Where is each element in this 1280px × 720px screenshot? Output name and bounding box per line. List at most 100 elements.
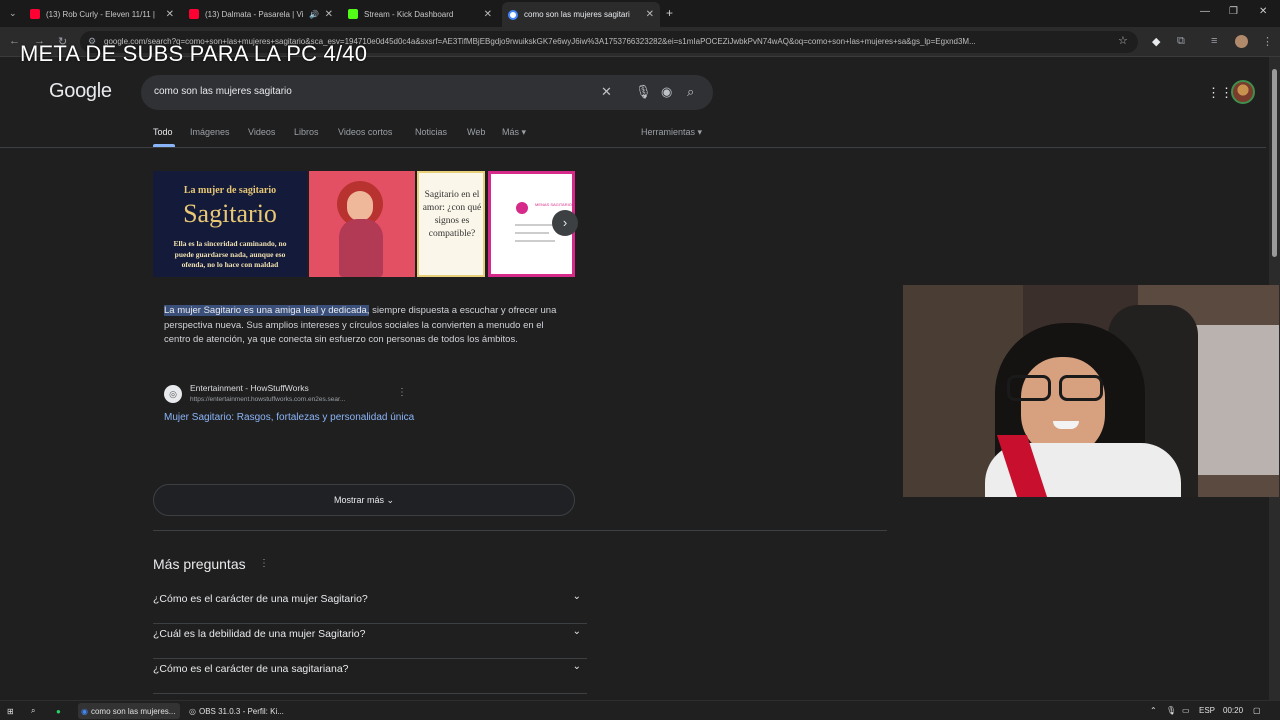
close-icon[interactable]: ✕ <box>166 9 174 20</box>
menu-kebab-icon[interactable]: ⋮ <box>1262 35 1273 48</box>
featured-snippet: La mujer Sagitario es una amiga leal y d… <box>153 292 575 432</box>
chevron-down-icon: ⌄ <box>572 661 581 672</box>
notification-icon[interactable]: ▢ <box>1253 706 1261 715</box>
account-avatar[interactable] <box>1231 80 1255 104</box>
search-input[interactable]: como son las mujeres sagitario <box>154 86 292 97</box>
youtube-icon <box>189 9 199 19</box>
paa-question[interactable]: ¿Cómo es el carácter de una sagitariana?… <box>153 659 587 694</box>
webcam-face <box>1021 357 1105 457</box>
chevron-down-icon: ⌄ <box>572 591 581 602</box>
show-more-label: Mostrar más <box>333 495 384 505</box>
search-icon[interactable]: ⌕ <box>687 84 694 100</box>
tab-search-icon[interactable]: ⌄ <box>9 8 17 19</box>
paa-question[interactable]: ¿Cómo es el carácter de una mujer Sagita… <box>153 589 587 624</box>
restore-icon[interactable]: ❐ <box>1229 6 1238 17</box>
tools-button[interactable]: Herramientas ▾ <box>641 127 702 138</box>
show-more-button[interactable]: Mostrar más ⌄ <box>153 484 575 516</box>
image-thumb-sagitario-2[interactable] <box>309 171 415 277</box>
stream-overlay-goal: META DE SUBS PARA LA PC 4/40 <box>20 41 368 66</box>
paa-question[interactable]: ¿Cuál es la debilidad de una mujer Sagit… <box>153 624 587 659</box>
minimize-icon[interactable]: — <box>1200 6 1210 17</box>
tab-noticias[interactable]: Noticias <box>415 127 447 137</box>
illustration-icon <box>516 202 528 214</box>
network-icon[interactable]: ▭ <box>1182 706 1190 715</box>
source-more-icon[interactable]: ⋮ <box>397 387 407 398</box>
clear-icon[interactable]: ✕ <box>601 84 612 100</box>
tab-kick-dashboard[interactable]: Stream - Kick Dashboard ✕ <box>348 4 498 24</box>
taskbar-item-label: como son las mujeres... <box>90 706 176 716</box>
tab-videos[interactable]: Videos <box>248 127 275 137</box>
tab-web[interactable]: Web <box>467 127 485 137</box>
mic-icon[interactable]: 🎙 <box>1166 706 1176 715</box>
source-name[interactable]: Entertainment - HowStuffWorks <box>190 383 309 393</box>
webcam-overlay <box>903 285 1279 497</box>
kick-icon <box>348 9 358 19</box>
snippet-text: La mujer Sagitario es una amiga leal y d… <box>164 304 562 348</box>
close-icon[interactable]: ✕ <box>484 9 492 20</box>
new-tab-icon[interactable]: + <box>666 6 673 20</box>
taskbar-item-label: OBS 31.0.3 - Perfil: Ki... <box>198 706 284 716</box>
snippet-highlight: La mujer Sagitario es una amiga leal y d… <box>164 305 370 316</box>
people-also-ask-title: Más preguntas <box>153 556 246 572</box>
back-icon[interactable]: ← <box>9 35 20 47</box>
windows-start-icon[interactable]: ⊞ <box>7 703 14 719</box>
taskbar-chrome[interactable]: ◉ como son las mujeres... <box>78 703 180 719</box>
chrome-icon: ◉ <box>81 706 88 716</box>
paa-question-text: ¿Cuál es la debilidad de una mujer Sagit… <box>153 628 366 640</box>
chevron-down-icon: ⌄ <box>572 626 581 637</box>
google-logo[interactable]: Google <box>49 80 112 103</box>
image-thumb-sagitario-1[interactable]: La mujer de sagitario Sagitario Ella es … <box>153 171 307 277</box>
tab-label: como son las mujeres sagitario <box>524 10 630 19</box>
language-indicator[interactable]: ESP <box>1199 706 1215 715</box>
whatsapp-icon[interactable]: ● <box>56 703 61 719</box>
close-icon[interactable]: ✕ <box>646 9 654 20</box>
illustration-dress <box>339 219 383 277</box>
paa-question-text: ¿Cómo es el carácter de una mujer Sagita… <box>153 593 368 605</box>
tab-todo[interactable]: Todo <box>153 127 173 137</box>
extensions-puzzle-icon[interactable]: ⧉ <box>1177 35 1185 48</box>
tab-google-search[interactable]: como son las mujeres sagitario ✕ <box>502 2 660 27</box>
taskbar-search-icon[interactable]: ⌕ <box>31 703 35 719</box>
scrollbar-thumb[interactable] <box>1272 69 1277 257</box>
clock[interactable]: 00:20 <box>1223 706 1243 715</box>
audio-icon[interactable]: 🔊 <box>309 10 319 19</box>
close-icon[interactable]: ✕ <box>325 9 333 20</box>
taskbar-obs[interactable]: ◎ OBS 31.0.3 - Perfil: Ki... <box>186 703 286 719</box>
tab-youtube-rob-curly[interactable]: (13) Rob Curly - Eleven 11/11 | ✕ <box>30 4 180 24</box>
tab-label: (13) Dalmata - Pasarela | Vi <box>205 9 304 19</box>
snippet-result-link[interactable]: Mujer Sagitario: Rasgos, fortalezas y pe… <box>164 412 414 423</box>
youtube-icon <box>30 9 40 19</box>
tab-youtube-dalmata[interactable]: (13) Dalmata - Pasarela | Vi 🔊 ✕ <box>189 4 339 24</box>
microphone-icon[interactable]: 🎙 <box>635 84 652 100</box>
webcam-smile <box>1053 421 1079 429</box>
browser-tab-strip: ⌄ (13) Rob Curly - Eleven 11/11 | ✕ (13)… <box>0 0 1280 27</box>
image-title: La mujer de sagitario <box>183 185 277 196</box>
tab-libros[interactable]: Libros <box>294 127 319 137</box>
lens-icon[interactable]: ◉ <box>661 84 672 100</box>
extension-icon[interactable]: ◆ <box>1152 35 1160 48</box>
chevron-down-icon: ⌄ <box>386 495 395 505</box>
section-divider <box>153 530 887 531</box>
text-line <box>515 232 549 234</box>
tab-label: Stream - Kick Dashboard <box>364 9 454 19</box>
close-window-icon[interactable]: ✕ <box>1259 6 1267 17</box>
profile-avatar-icon[interactable] <box>1235 35 1248 48</box>
source-url[interactable]: https://entertainment.howstuffworks.com.… <box>190 396 345 403</box>
media-control-icon[interactable]: ≡ <box>1211 35 1217 47</box>
source-favicon-icon: ◎ <box>164 385 182 403</box>
search-box[interactable]: como son las mujeres sagitario ✕ 🎙 ◉ ⌕ <box>141 75 713 110</box>
google-icon <box>508 9 518 20</box>
tray-chevron-icon[interactable]: ⌃ <box>1150 706 1157 715</box>
bookmark-star-icon[interactable]: ☆ <box>1118 34 1128 47</box>
windows-taskbar: ⊞ ⌕ ● ◉ como son las mujeres... ◎ OBS 31… <box>0 700 1280 720</box>
text-line <box>515 240 555 242</box>
image-thumb-sagitario-3[interactable]: Sagitario en el amor: ¿con qué signos es… <box>417 171 485 277</box>
tab-imagenes[interactable]: Imágenes <box>190 127 230 137</box>
webcam-glasses-right <box>1059 375 1103 401</box>
tab-videos-cortos[interactable]: Videos cortos <box>338 127 392 137</box>
obs-icon: ◎ <box>189 706 196 716</box>
tab-mas[interactable]: Más ▾ <box>502 127 526 138</box>
paa-more-icon[interactable]: ⋮ <box>259 558 269 569</box>
carousel-next-icon[interactable]: › <box>552 210 578 236</box>
image-caption: Ella es la sinceridad caminando, no pued… <box>173 239 287 269</box>
